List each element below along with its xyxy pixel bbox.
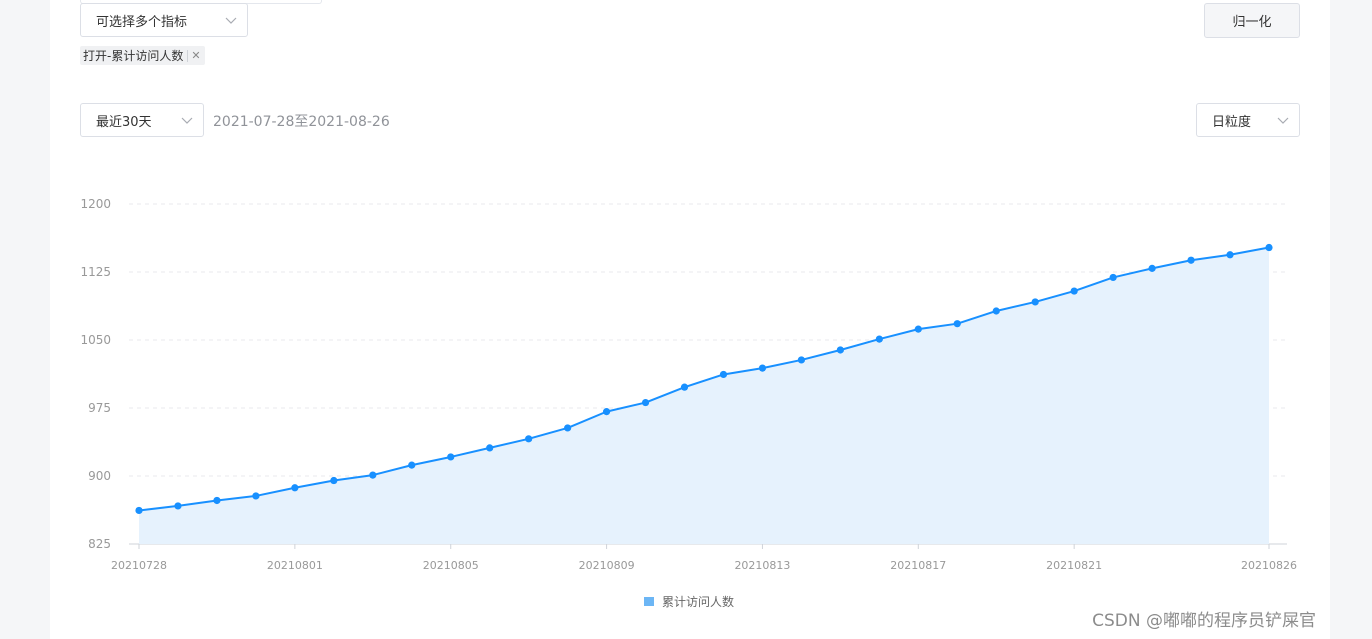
x-tick-label: 20210801	[267, 559, 323, 572]
chevron-down-icon	[225, 17, 237, 24]
csdn-watermark: CSDN @嘟嘟的程序员铲屎官	[1092, 611, 1316, 631]
date-range-select-value: 最近30天	[96, 114, 152, 130]
legend-swatch	[644, 597, 654, 606]
data-point	[1265, 243, 1273, 252]
data-point	[641, 398, 650, 407]
y-tick-label: 1050	[80, 333, 111, 347]
data-point	[602, 408, 611, 416]
series-area	[139, 247, 1269, 544]
data-point	[252, 492, 260, 500]
y-tick-label: 975	[88, 401, 111, 415]
data-point	[486, 444, 494, 452]
data-point	[680, 383, 689, 391]
data-point	[330, 476, 338, 485]
tag-divider	[187, 49, 189, 62]
metric-select[interactable]: 可选择多个指标	[80, 3, 248, 37]
data-point	[135, 506, 143, 515]
data-point	[408, 461, 416, 469]
data-point	[992, 307, 1000, 315]
data-point	[1031, 298, 1039, 306]
data-point	[719, 370, 728, 379]
y-tick-label: 900	[88, 469, 111, 483]
data-point	[525, 435, 533, 443]
date-range-text: 2021-07-28至2021-08-26	[213, 114, 390, 130]
data-point	[213, 496, 221, 505]
y-tick-label: 825	[88, 537, 111, 551]
tag-label: 打开-累计访问人数	[83, 49, 184, 63]
x-tick-label: 20210826	[1241, 559, 1297, 572]
data-point	[447, 453, 455, 461]
granularity-select[interactable]: 日粒度	[1196, 103, 1300, 137]
normalize-button[interactable]: 归一化	[1204, 3, 1300, 38]
data-point	[369, 471, 377, 479]
data-point	[1187, 256, 1195, 264]
date-range-select[interactable]: 最近30天	[80, 103, 204, 137]
metric-select-placeholder: 可选择多个指标	[96, 14, 188, 30]
x-tick-label: 20210817	[890, 559, 946, 572]
close-icon[interactable]: ✕	[191, 50, 200, 61]
data-point	[914, 325, 922, 333]
y-tick-label: 1200	[80, 197, 111, 211]
data-point	[875, 335, 883, 343]
cumulative-visitors-chart: 825 900 975 1050 1125 1200 20210728 20210801 202…	[80, 197, 1297, 609]
x-tick-label: 20210821	[1046, 559, 1102, 572]
granularity-select-value: 日粒度	[1212, 114, 1252, 130]
data-point	[564, 424, 572, 432]
data-point	[1109, 273, 1117, 282]
x-tick-label: 20210805	[423, 559, 479, 572]
chevron-down-icon	[1277, 117, 1289, 124]
data-point	[1070, 287, 1078, 295]
x-tick-label: 20210809	[579, 559, 635, 572]
data-point	[1148, 264, 1156, 272]
analytics-panel: 可选择多个指标 打开-累计访问人数 ✕ 归一化 最近30天 2021-07-28…	[50, 0, 1330, 639]
data-point	[797, 356, 806, 364]
data-point	[953, 320, 961, 328]
x-tick-label: 20210813	[734, 559, 790, 572]
selected-metric-tag: 打开-累计访问人数 ✕	[80, 46, 205, 65]
y-tick-label: 1125	[80, 265, 111, 279]
data-point	[291, 484, 299, 492]
data-point	[758, 364, 767, 372]
data-point	[174, 502, 182, 510]
chevron-down-icon	[181, 117, 193, 124]
data-point	[836, 346, 844, 354]
legend-label: 累计访问人数	[662, 594, 734, 609]
x-tick-label: 20210728	[111, 559, 167, 572]
data-point	[1226, 251, 1234, 259]
